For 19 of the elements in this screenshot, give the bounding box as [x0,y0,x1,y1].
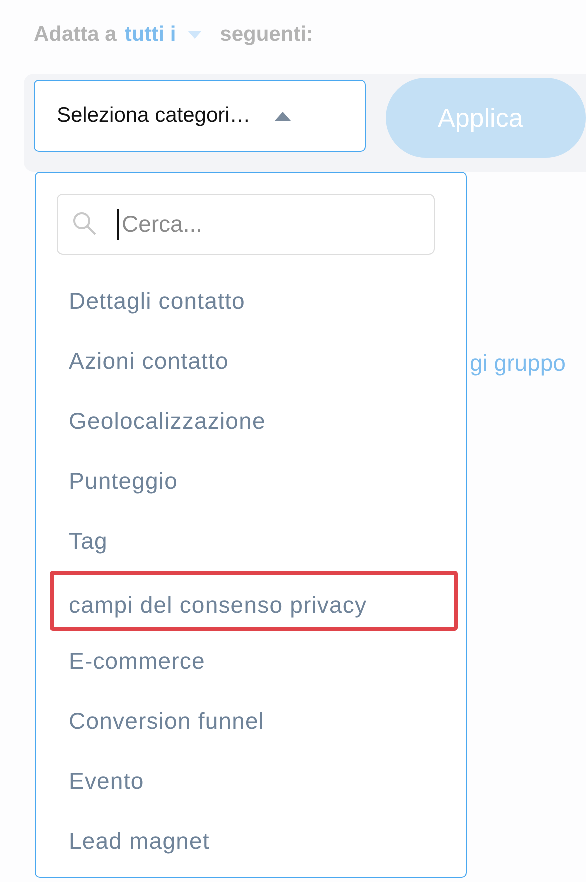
category-option[interactable]: Dettagli contatto [36,271,466,331]
category-option[interactable]: Azioni contatto [36,331,466,391]
search-icon [72,211,98,237]
category-option[interactable]: Tag [36,511,466,571]
match-label: seguenti: [220,23,314,47]
caret-up-icon [274,112,291,120]
category-option[interactable]: campi del consenso privacy [50,571,458,631]
category-option[interactable]: Punteggio [36,451,466,511]
search-field[interactable]: Cerca... [57,194,435,255]
add-group-link[interactable]: gi gruppo [470,350,566,376]
category-option[interactable]: Conversion funnel [36,691,466,751]
category-option[interactable]: Lead magnet [36,811,466,871]
category-option[interactable]: E-commerce [36,631,466,691]
match-label: Adatta a [34,23,117,47]
category-option[interactable]: Geolocalizzazione [36,391,466,451]
category-option[interactable]: Evento [36,751,466,811]
category-select[interactable]: Seleziona categori… [34,80,366,152]
match-mode-dropdown[interactable]: tutti i [124,23,206,47]
caret-down-icon [188,31,202,39]
